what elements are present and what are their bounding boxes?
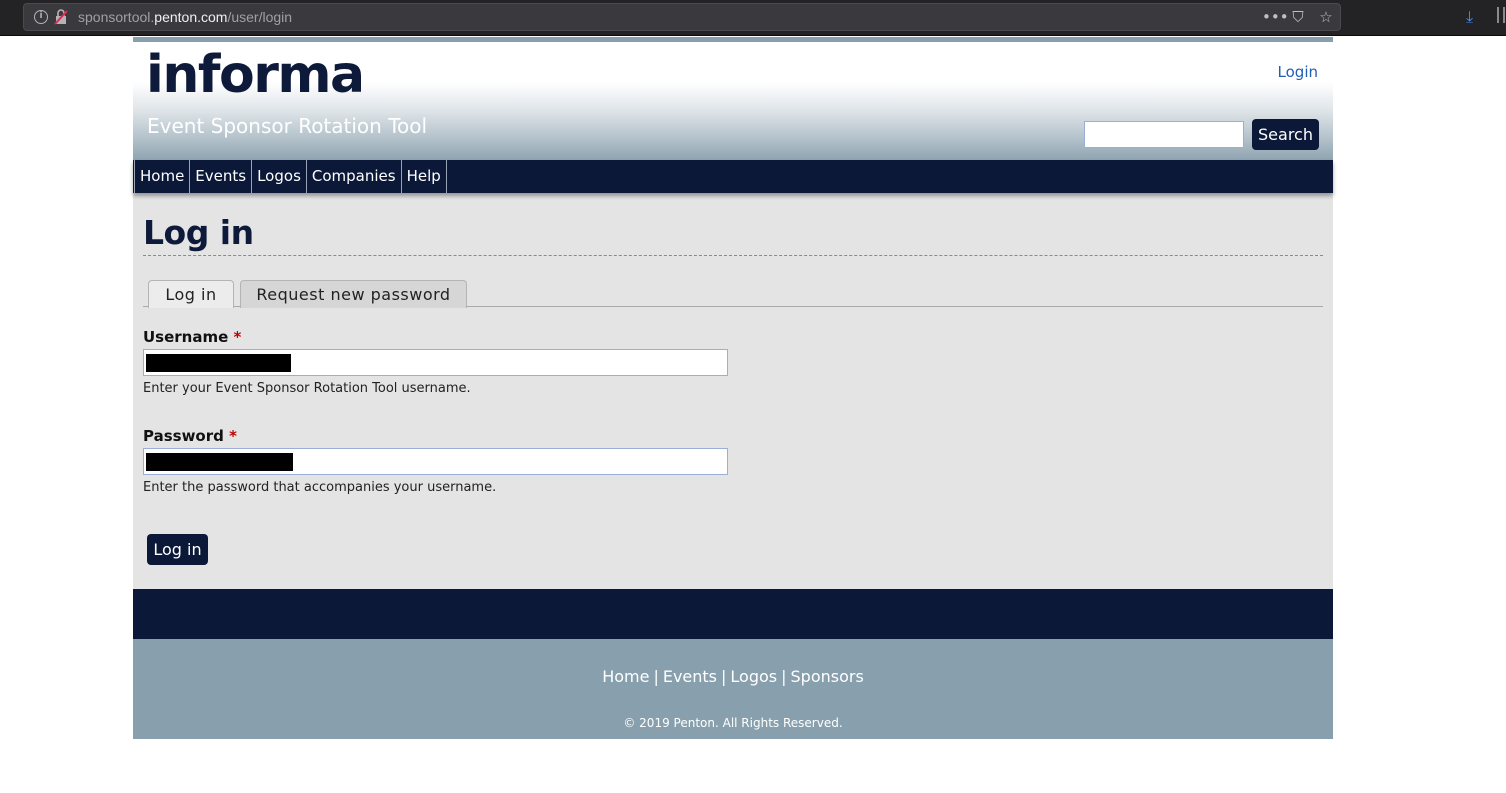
copyright: © 2019 Penton. All Rights Reserved. xyxy=(623,716,843,730)
download-icon[interactable]: ⤓ xyxy=(1466,7,1473,27)
bookmark-star-icon[interactable]: ☆ xyxy=(1318,8,1334,26)
site-header: informa Event Sponsor Rotation Tool Logi… xyxy=(133,37,1333,160)
footer-link-events[interactable]: Events xyxy=(663,667,717,686)
required-marker: * xyxy=(233,328,242,346)
tab-bar: Log in Request new password xyxy=(143,280,1323,308)
redacted-value xyxy=(146,453,293,471)
browser-toolbar: i sponsortool.penton.com/user/login ••• … xyxy=(0,0,1506,36)
redacted-value xyxy=(146,354,291,372)
password-label: Password * xyxy=(143,427,237,445)
site-name[interactable]: Event Sponsor Rotation Tool xyxy=(147,114,427,138)
main-content: Log in Log in Request new password Usern… xyxy=(133,193,1333,589)
required-marker: * xyxy=(229,427,237,445)
footer-link-sponsors[interactable]: Sponsors xyxy=(791,667,864,686)
insecure-lock-icon[interactable] xyxy=(54,9,68,25)
nav-item-events[interactable]: Events xyxy=(190,160,253,193)
footer-bar xyxy=(133,589,1333,639)
log-in-button[interactable]: Log in xyxy=(147,534,208,565)
tab-log-in[interactable]: Log in xyxy=(148,280,234,308)
library-icon[interactable] xyxy=(1497,7,1505,23)
username-label: Username * xyxy=(143,328,242,346)
informa-logo[interactable]: informa xyxy=(146,45,365,105)
info-icon[interactable]: i xyxy=(34,10,48,24)
footer: Home | Events | Logos | Sponsors © 2019 Penton… xyxy=(133,639,1333,739)
title-divider xyxy=(143,255,1323,256)
url-text[interactable]: sponsortool.penton.com/user/login xyxy=(78,9,292,25)
nav-item-help[interactable]: Help xyxy=(402,160,447,193)
search-input[interactable] xyxy=(1084,121,1244,148)
footer-link-home[interactable]: Home xyxy=(602,667,649,686)
footer-link-logos[interactable]: Logos xyxy=(730,667,777,686)
more-icon[interactable]: ••• xyxy=(1262,8,1289,26)
page-wrapper: informa Event Sponsor Rotation Tool Logi… xyxy=(133,37,1333,739)
username-description: Enter your Event Sponsor Rotation Tool u… xyxy=(143,381,471,396)
nav-item-logos[interactable]: Logos xyxy=(252,160,307,193)
nav-item-home[interactable]: Home xyxy=(134,160,191,193)
nav-item-companies[interactable]: Companies xyxy=(307,160,402,193)
search-button[interactable]: Search xyxy=(1252,119,1319,150)
address-bar[interactable]: i sponsortool.penton.com/user/login ••• … xyxy=(23,3,1341,31)
pocket-icon[interactable]: ⛉ xyxy=(1290,8,1306,26)
password-field[interactable] xyxy=(143,448,728,475)
page-title: Log in xyxy=(143,213,254,252)
main-nav: Home Events Logos Companies Help xyxy=(133,160,1333,193)
login-link[interactable]: Login xyxy=(1278,63,1318,81)
footer-links: Home | Events | Logos | Sponsors xyxy=(602,667,864,686)
tab-request-new-password[interactable]: Request new password xyxy=(240,280,467,308)
username-field[interactable] xyxy=(143,349,728,376)
password-description: Enter the password that accompanies your… xyxy=(143,480,497,495)
